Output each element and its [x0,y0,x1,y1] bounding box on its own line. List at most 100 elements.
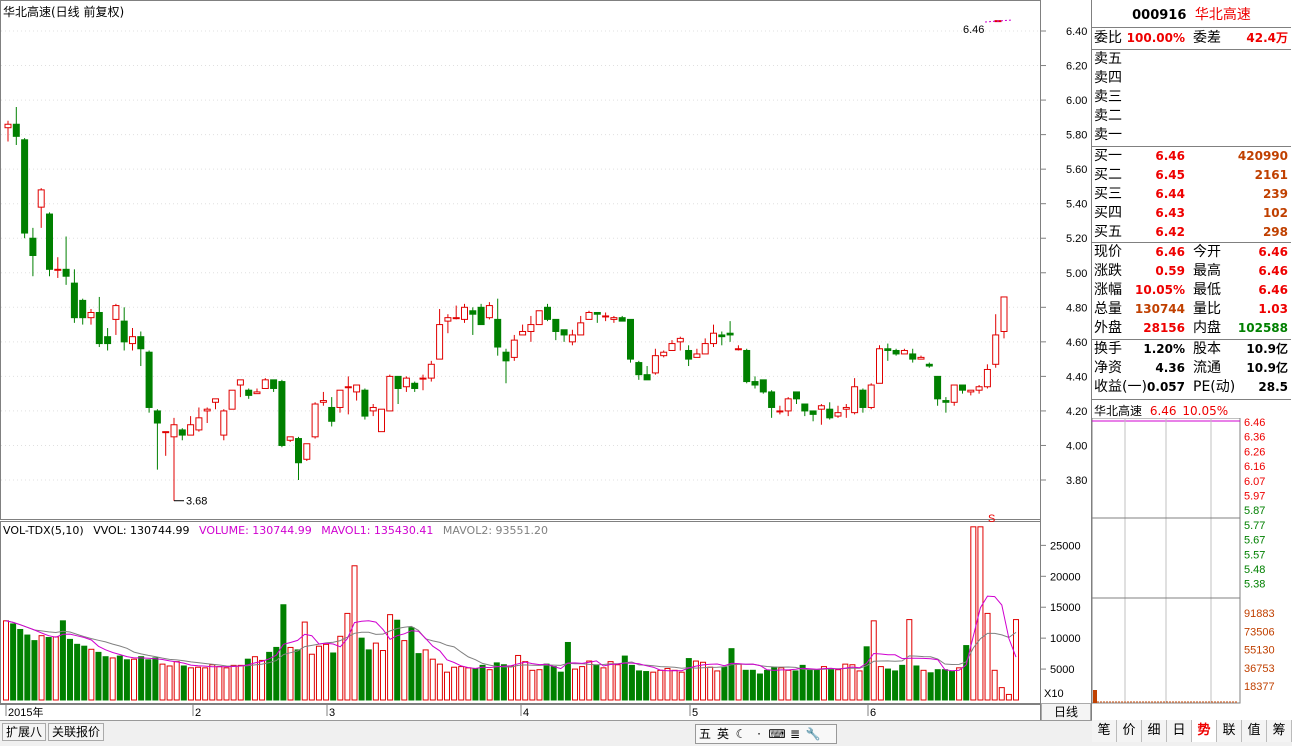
candle-body [228,389,236,410]
intraday-mini-chart[interactable]: 6.46 6.36 6.26 6.16 6.07 5.97 5.87 5.77 5.67 5.57… [1092,418,1292,718]
right-tab[interactable]: 笔 [1092,720,1117,742]
row-value-2: 6.46 [1258,283,1288,297]
right-tab[interactable]: 细 [1142,720,1167,742]
candle-body [70,282,78,319]
volume-bar [116,655,123,701]
volume-bar [991,669,998,701]
price-tick-label: 6.20 [1066,61,1087,73]
mini-price-tick: 5.57 [1244,549,1265,561]
mini-vol-tick: 91883 [1244,608,1275,620]
right-tab[interactable]: 筹 [1267,720,1292,742]
volume-bar [543,663,550,701]
row-label: 买三 [1094,186,1122,202]
candle-body [568,334,576,343]
candle-body [402,377,410,388]
candle-body [834,412,842,417]
vol-tick-label: 5000 [1050,664,1074,676]
row-value: 4.36 [1155,361,1185,375]
volume-bar [429,658,436,701]
ime-button[interactable]: ⌨ [768,725,786,743]
volume-bar [74,643,81,701]
candle-body [867,384,875,408]
candle-body [386,375,394,412]
kline-chart-svg[interactable]: 6.40 6.20 6.00 5.80 5.60 5.40 5.20 5.00 4.80 4.60… [0,0,1090,720]
volume-bar [52,636,59,701]
ime-toolbar[interactable]: 五英 ☾ ⋅ ⌨ ≣ 🔧 [695,724,837,744]
volume-bar [259,659,266,701]
candle-body [535,310,543,326]
volume-bar [230,664,237,701]
price-tick-label: 4.60 [1066,337,1087,349]
volume-bar [1005,693,1012,701]
volume-bar [451,666,458,701]
volume-bar [877,666,884,701]
buy-row: 买三 6.44 239 [1092,185,1291,204]
period-label[interactable]: 日线 [1041,703,1091,721]
row-label: 卖一 [1094,127,1122,143]
candle-body [369,406,377,412]
x-tick-label: 3 [329,707,335,719]
row-value-2: 420990 [1237,149,1288,163]
row-label-2: 量比 [1193,301,1221,317]
sell-row: 卖二 [1092,107,1291,126]
mini-price-tick: 6.46 [1244,418,1265,429]
candle-body [145,351,153,408]
volume-bar [180,665,187,701]
candle-body [809,410,817,415]
right-tab[interactable]: 值 [1242,720,1267,742]
right-tab[interactable]: 势 [1192,720,1217,742]
candle-body [826,408,834,419]
tab-extend8[interactable]: 扩展八 [2,723,47,741]
ime-button[interactable]: 五 [696,725,714,743]
candle-body [477,306,485,326]
candle-body [129,336,136,345]
tab-related-quote[interactable]: 关联报价 [48,723,105,741]
price-tick-label: 4.20 [1066,406,1087,418]
ime-button[interactable]: 🔧 [804,725,822,743]
right-tab[interactable]: 价 [1117,720,1142,742]
mini-vol-bar [1093,690,1097,703]
vol-indicator-name: VOL-TDX(5,10) [3,524,84,537]
weibi-value: 100.00% [1126,31,1185,45]
row-value: 6.42 [1155,225,1185,239]
row-value-2: 10.9亿 [1246,342,1288,356]
volume-bar [287,646,294,701]
kline-chart-area[interactable]: 6.40 6.20 6.00 5.80 5.60 5.40 5.20 5.00 4.80 4.60… [0,0,1091,721]
row-label: 收益(一) [1094,379,1147,395]
sell-row: 卖三 [1092,88,1291,107]
volume-bar [785,669,792,701]
row-label: 现价 [1094,244,1122,260]
right-tab[interactable]: 联 [1217,720,1242,742]
volume-bar [728,648,735,701]
candle-body [253,391,261,395]
stat-row: 总量 130744 量比 1.03 [1092,300,1291,319]
candle-body [112,305,120,320]
fund-row: 换手 1.20% 股本 10.9亿 [1092,340,1291,359]
right-tab[interactable]: 日 [1167,720,1192,742]
mini-price-tick: 6.26 [1244,446,1265,458]
stat-row: 外盘 28156 内盘 102588 [1092,319,1291,338]
volume-bar [387,614,394,701]
row-label: 卖三 [1094,89,1122,105]
candle-body [236,379,244,386]
volume-bar [102,656,109,701]
candle-body [710,332,717,345]
weicha-value: 42.4万 [1246,31,1288,45]
candle-body [170,424,178,438]
candle-body [610,317,618,320]
mini-price-tick: 5.48 [1244,564,1265,576]
ime-button[interactable]: ⋅ [750,725,768,743]
ime-button[interactable]: 英 [714,725,732,743]
volume-bar [59,620,66,701]
price-tick-label: 3.80 [1066,475,1087,487]
mini-price-tick: 5.87 [1244,505,1265,517]
ime-button[interactable]: ☾ [732,725,750,743]
volume-bar [742,669,749,701]
mini-price-tick: 5.77 [1244,520,1265,532]
volume-bar [671,669,678,701]
candle-body [37,189,45,208]
candle-body [917,356,925,360]
volume-bar [508,665,514,701]
price-tick-label: 6.40 [1066,26,1087,38]
ime-button[interactable]: ≣ [786,725,804,743]
